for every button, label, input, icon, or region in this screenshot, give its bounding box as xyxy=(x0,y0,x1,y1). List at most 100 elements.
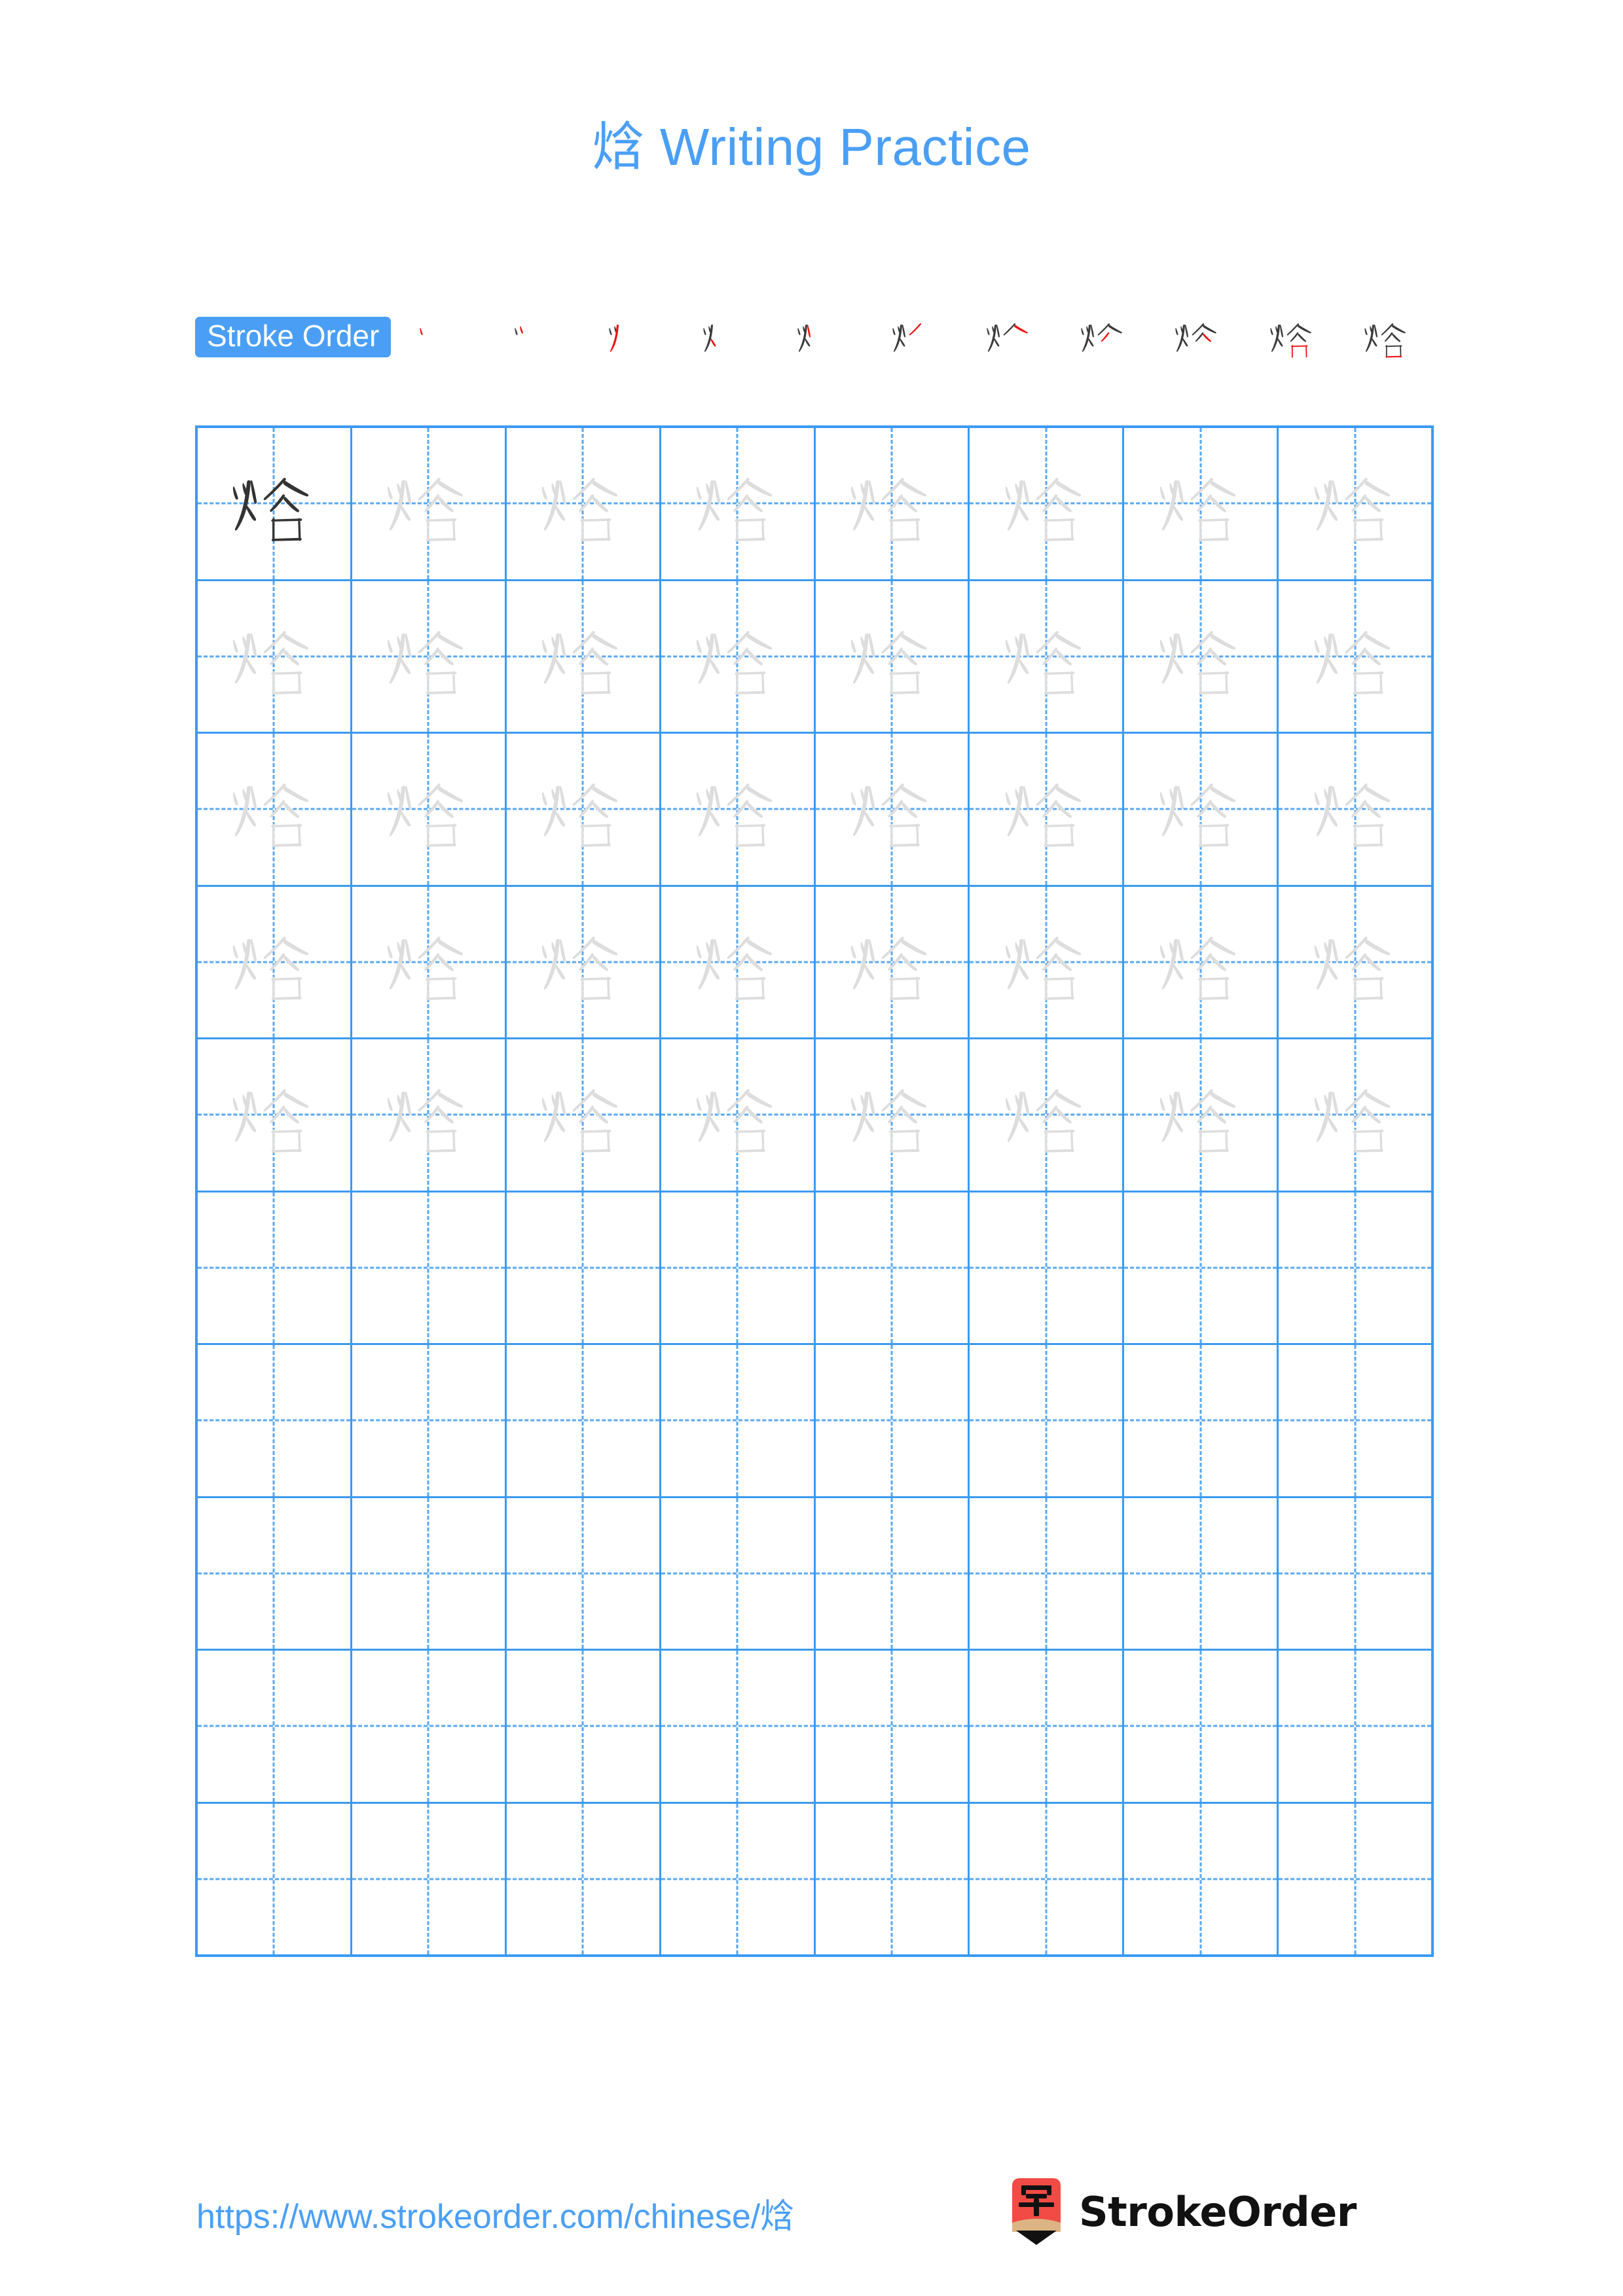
grid-cell[interactable] xyxy=(661,1039,816,1191)
grid-row xyxy=(198,1803,1431,1955)
grid-cell[interactable] xyxy=(661,1651,816,1802)
grid-cell[interactable] xyxy=(970,581,1125,732)
grid-cell[interactable] xyxy=(816,1039,970,1191)
grid-cell[interactable] xyxy=(352,1345,507,1496)
trace-character xyxy=(1145,906,1256,1018)
grid-cell[interactable] xyxy=(970,1039,1125,1191)
grid-cell[interactable] xyxy=(1124,1192,1279,1343)
trace-character xyxy=(1300,601,1411,712)
stroke-step-1 xyxy=(395,304,489,370)
grid-cell[interactable] xyxy=(198,886,352,1037)
grid-cell[interactable] xyxy=(661,1498,816,1649)
grid-cell[interactable] xyxy=(970,886,1125,1037)
grid-cell[interactable] xyxy=(816,1803,970,1954)
grid-cell[interactable] xyxy=(507,734,661,885)
grid-cell[interactable] xyxy=(507,1651,661,1802)
grid-cell[interactable] xyxy=(970,1498,1125,1649)
trace-character xyxy=(836,906,947,1018)
grid-cell[interactable] xyxy=(198,1498,352,1649)
grid-cell[interactable] xyxy=(1124,734,1279,885)
grid-cell[interactable] xyxy=(661,734,816,885)
grid-cell[interactable] xyxy=(198,1345,352,1496)
grid-cell[interactable] xyxy=(1124,886,1279,1037)
grid-cell[interactable] xyxy=(661,428,816,579)
grid-cell[interactable] xyxy=(352,1651,507,1802)
grid-cell[interactable] xyxy=(816,1345,970,1496)
grid-cell[interactable] xyxy=(970,428,1125,579)
trace-character xyxy=(218,1059,329,1170)
trace-character xyxy=(1145,753,1256,865)
grid-cell[interactable] xyxy=(1279,1039,1431,1191)
grid-cell[interactable] xyxy=(1124,1345,1279,1496)
grid-cell[interactable] xyxy=(816,1192,970,1343)
grid-cell[interactable] xyxy=(816,581,970,732)
grid-cell[interactable] xyxy=(1124,1498,1279,1649)
grid-cell[interactable] xyxy=(507,1498,661,1649)
grid-cell[interactable] xyxy=(1124,581,1279,732)
grid-cell[interactable] xyxy=(1124,428,1279,579)
grid-cell[interactable] xyxy=(1279,1193,1431,1344)
trace-character xyxy=(682,1059,793,1170)
grid-cell[interactable] xyxy=(198,1039,352,1191)
stroke-step-7 xyxy=(962,304,1056,370)
grid-cell[interactable] xyxy=(661,1345,816,1496)
grid-cell[interactable] xyxy=(1124,1039,1279,1191)
grid-cell[interactable] xyxy=(198,734,352,885)
grid-cell[interactable] xyxy=(816,428,970,579)
grid-cell[interactable] xyxy=(352,428,507,579)
grid-cell[interactable] xyxy=(507,1345,661,1496)
grid-cell[interactable] xyxy=(507,1803,661,1954)
grid-cell[interactable] xyxy=(1279,428,1431,579)
grid-cell[interactable] xyxy=(352,1192,507,1343)
footer-url[interactable]: https://www.strokeorder.com/chinese/焓 xyxy=(196,2189,794,2238)
grid-cell[interactable] xyxy=(970,1345,1125,1496)
grid-row xyxy=(198,886,1431,1039)
grid-cell[interactable] xyxy=(352,734,507,885)
trace-character xyxy=(1145,601,1256,712)
grid-cell[interactable] xyxy=(352,581,507,732)
grid-cell[interactable] xyxy=(198,1651,352,1802)
grid-cell[interactable] xyxy=(198,581,352,732)
grid-cell[interactable] xyxy=(1279,1345,1431,1496)
grid-cell[interactable] xyxy=(970,1803,1125,1954)
grid-cell[interactable] xyxy=(1279,581,1431,732)
grid-cell[interactable] xyxy=(1279,1804,1431,1955)
grid-cell[interactable] xyxy=(970,1192,1125,1343)
trace-character xyxy=(836,753,947,865)
grid-cell[interactable] xyxy=(352,1803,507,1954)
grid-row xyxy=(198,581,1431,734)
trace-character xyxy=(218,906,329,1018)
grid-row xyxy=(198,428,1431,581)
grid-cell[interactable] xyxy=(507,581,661,732)
grid-cell[interactable] xyxy=(507,1039,661,1191)
grid-cell[interactable] xyxy=(1124,1651,1279,1802)
grid-cell[interactable] xyxy=(1279,1651,1431,1802)
brand-logo-group[interactable]: StrokeOrder xyxy=(1008,2177,1357,2246)
grid-cell[interactable] xyxy=(1279,1498,1431,1649)
trace-character xyxy=(836,601,947,712)
grid-cell[interactable] xyxy=(816,886,970,1037)
grid-cell[interactable] xyxy=(661,581,816,732)
grid-cell[interactable] xyxy=(507,1192,661,1343)
grid-cell[interactable] xyxy=(198,1192,352,1343)
grid-cell[interactable] xyxy=(507,428,661,579)
grid-cell[interactable] xyxy=(970,1651,1125,1802)
grid-cell[interactable] xyxy=(816,1651,970,1802)
stroke-order-badge: Stroke Order xyxy=(195,317,392,357)
grid-cell[interactable] xyxy=(661,1192,816,1343)
grid-cell[interactable] xyxy=(1279,734,1431,885)
grid-cell[interactable] xyxy=(352,1498,507,1649)
grid-cell[interactable] xyxy=(198,428,352,579)
grid-cell[interactable] xyxy=(1279,887,1431,1038)
trace-character xyxy=(991,601,1102,712)
grid-cell[interactable] xyxy=(661,1803,816,1954)
grid-cell[interactable] xyxy=(1124,1803,1279,1954)
grid-cell[interactable] xyxy=(970,734,1125,885)
grid-cell[interactable] xyxy=(352,886,507,1037)
grid-cell[interactable] xyxy=(352,1039,507,1191)
grid-cell[interactable] xyxy=(507,886,661,1037)
grid-cell[interactable] xyxy=(198,1803,352,1954)
grid-cell[interactable] xyxy=(816,734,970,885)
grid-cell[interactable] xyxy=(661,886,816,1037)
grid-cell[interactable] xyxy=(816,1498,970,1649)
